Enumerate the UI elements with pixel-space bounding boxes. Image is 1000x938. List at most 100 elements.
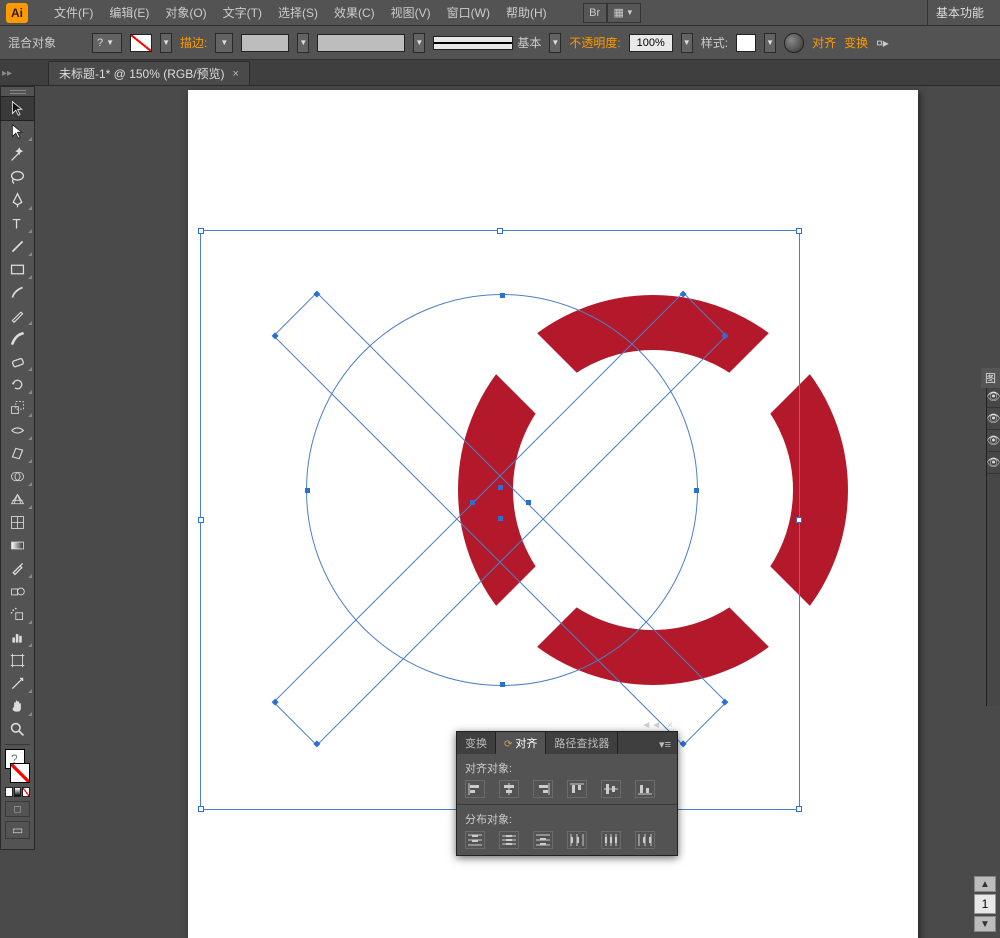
align-link[interactable]: 对齐 — [812, 34, 836, 51]
stroke-swatch-dd[interactable]: ▼ — [160, 33, 172, 53]
opacity-label[interactable]: 不透明度: — [569, 34, 620, 51]
brush-dd[interactable]: ▼ — [549, 33, 561, 53]
draw-normal[interactable]: ◻ — [5, 801, 30, 817]
menu-view[interactable]: 视图(V) — [383, 4, 439, 21]
distribute-top-button[interactable] — [465, 831, 485, 849]
stroke-weight-field[interactable] — [241, 34, 289, 52]
pen-tool[interactable] — [1, 189, 34, 212]
control-flyout[interactable]: ¤▸ — [876, 36, 889, 50]
stroke-weight[interactable]: ▼ — [215, 33, 233, 53]
layers-panel-tab[interactable]: 图 — [981, 368, 1000, 388]
line-segment-tool[interactable] — [1, 235, 34, 258]
tab-align[interactable]: ⟳对齐 — [496, 732, 546, 754]
type-tool[interactable]: T — [1, 212, 34, 235]
symbol-sprayer-tool[interactable] — [1, 603, 34, 626]
shape-builder-tool[interactable] — [1, 465, 34, 488]
arrange-documents-button[interactable]: ▦▼ — [607, 3, 641, 23]
tab-transform[interactable]: 变换 — [457, 732, 496, 754]
align-right-button[interactable] — [533, 780, 553, 798]
rectangle-tool[interactable] — [1, 258, 34, 281]
bbox-handle[interactable] — [796, 806, 802, 812]
blend-tool[interactable] — [1, 580, 34, 603]
recolor-artwork-button[interactable] — [784, 33, 804, 53]
layer-visibility-icon[interactable]: 👁 — [987, 452, 1000, 474]
selection-tool[interactable] — [1, 97, 34, 120]
menu-help[interactable]: 帮助(H) — [498, 4, 555, 21]
scroll-down-button[interactable]: ▼ — [974, 916, 996, 932]
style-dd[interactable]: ▼ — [764, 33, 776, 53]
panel-grip-icon[interactable]: ▸▸ — [2, 62, 12, 84]
brush-definition[interactable] — [433, 36, 513, 50]
bbox-handle[interactable] — [198, 517, 204, 523]
layer-visibility-icon[interactable]: 👁 — [987, 430, 1000, 452]
pencil-tool[interactable] — [1, 304, 34, 327]
menu-effect[interactable]: 效果(C) — [326, 4, 383, 21]
menu-object[interactable]: 对象(O) — [157, 4, 214, 21]
align-top-button[interactable] — [567, 780, 587, 798]
workspace-switcher[interactable]: 基本功能 — [927, 0, 992, 26]
hand-tool[interactable] — [1, 695, 34, 718]
rotate-tool[interactable] — [1, 373, 34, 396]
panel-menu-icon[interactable]: ▾≡ — [653, 735, 677, 754]
column-graph-tool[interactable] — [1, 626, 34, 649]
document-tab[interactable]: 未标题-1* @ 150% (RGB/预览) × — [48, 61, 250, 85]
distribute-bottom-button[interactable] — [533, 831, 553, 849]
layer-visibility-icon[interactable]: 👁 — [987, 408, 1000, 430]
distribute-hcenter-button[interactable] — [601, 831, 621, 849]
canvas-area[interactable]: ◄◄ × 变换 ⟳对齐 路径查找器 ▾≡ 对齐对象: 分布对象: — [36, 86, 1000, 938]
bbox-handle[interactable] — [198, 228, 204, 234]
menu-edit[interactable]: 编辑(E) — [101, 4, 157, 21]
bridge-button[interactable]: Br — [583, 3, 607, 23]
document-tab-close[interactable]: × — [233, 68, 239, 80]
opacity-dd[interactable]: ▼ — [681, 33, 693, 53]
artboard-tool[interactable] — [1, 649, 34, 672]
bbox-handle[interactable] — [796, 517, 802, 523]
bbox-handle[interactable] — [796, 228, 802, 234]
style-swatch[interactable] — [736, 34, 756, 52]
paintbrush-tool[interactable] — [1, 281, 34, 304]
distribute-vcenter-button[interactable] — [499, 831, 519, 849]
screen-mode-button[interactable]: ▭ — [5, 821, 30, 839]
eraser-tool[interactable] — [1, 350, 34, 373]
menu-file[interactable]: 文件(F) — [46, 4, 101, 21]
color-mode-none[interactable] — [22, 787, 30, 797]
distribute-left-button[interactable] — [567, 831, 587, 849]
align-bottom-button[interactable] — [635, 780, 655, 798]
free-transform-tool[interactable] — [1, 442, 34, 465]
panel-close-icon[interactable]: × — [667, 720, 673, 731]
bbox-handle[interactable] — [497, 228, 503, 234]
width-tool[interactable] — [1, 419, 34, 442]
stroke-swatch-none[interactable] — [130, 34, 152, 52]
opacity-value[interactable]: 100% — [629, 34, 673, 52]
var-width-dd[interactable]: ▼ — [413, 33, 425, 53]
gradient-tool[interactable] — [1, 534, 34, 557]
bbox-handle[interactable] — [198, 806, 204, 812]
blob-brush-tool[interactable] — [1, 327, 34, 350]
magic-wand-tool[interactable] — [1, 143, 34, 166]
align-panel[interactable]: ◄◄ × 变换 ⟳对齐 路径查找器 ▾≡ 对齐对象: 分布对象: — [456, 731, 678, 856]
lasso-tool[interactable] — [1, 166, 34, 189]
layer-visibility-icon[interactable]: 👁 — [987, 386, 1000, 408]
zoom-tool[interactable] — [1, 718, 34, 741]
transform-link[interactable]: 变换 — [844, 34, 868, 51]
color-mode-solid[interactable] — [5, 787, 13, 797]
perspective-grid-tool[interactable] — [1, 488, 34, 511]
align-vcenter-button[interactable] — [601, 780, 621, 798]
color-mode-gradient[interactable] — [14, 787, 22, 797]
menu-select[interactable]: 选择(S) — [270, 4, 326, 21]
var-width-profile[interactable] — [317, 34, 405, 52]
tools-grip[interactable] — [1, 87, 34, 97]
distribute-right-button[interactable] — [635, 831, 655, 849]
tab-pathfinder[interactable]: 路径查找器 — [546, 732, 618, 754]
menu-type[interactable]: 文字(T) — [215, 4, 270, 21]
slice-tool[interactable] — [1, 672, 34, 695]
fill-unknown[interactable]: ?▼ — [92, 33, 122, 53]
stroke-weight-dd[interactable]: ▼ — [297, 33, 309, 53]
scroll-up-button[interactable]: ▲ — [974, 876, 996, 892]
scale-tool[interactable] — [1, 396, 34, 419]
stroke-swatch[interactable] — [10, 763, 30, 783]
right-panel-strip[interactable]: 图 👁 👁 👁 👁 — [986, 386, 1000, 706]
mesh-tool[interactable] — [1, 511, 34, 534]
stroke-label[interactable]: 描边: — [180, 34, 207, 51]
menu-window[interactable]: 窗口(W) — [439, 4, 498, 21]
